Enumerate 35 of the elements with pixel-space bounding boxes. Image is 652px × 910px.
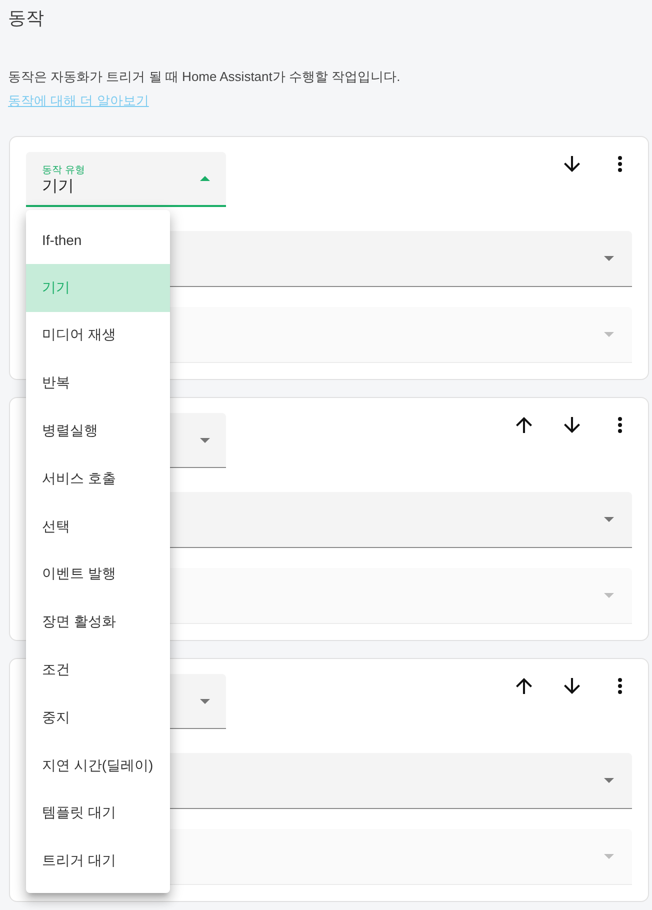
menu-item[interactable]: 트리거 대기 — [26, 837, 170, 886]
menu-item[interactable]: 이벤트 발행 — [26, 550, 170, 598]
caret-down-icon — [604, 778, 614, 783]
down-arrow-icon — [564, 156, 580, 172]
menu-item[interactable]: 병렬실행 — [26, 407, 170, 455]
up-arrow-icon — [516, 678, 532, 694]
caret-down-icon — [604, 593, 614, 598]
menu-item[interactable]: 반복 — [26, 359, 170, 408]
select-value: 기기 — [42, 177, 74, 197]
section-title: 동작 — [8, 7, 44, 30]
menu-item[interactable]: 서비스 호출 — [26, 454, 170, 503]
more-vertical-icon — [618, 156, 622, 172]
caret-up-icon — [200, 176, 210, 181]
caret-down-icon — [200, 438, 210, 442]
menu-item[interactable]: 장면 활성화 — [26, 598, 170, 646]
menu-item[interactable]: 지연 시간(딜레이) — [26, 742, 170, 790]
menu-item[interactable]: 템플릿 대기 — [26, 790, 170, 838]
caret-down-icon — [604, 517, 614, 522]
caret-down-icon — [604, 256, 614, 261]
more-vertical-icon — [618, 678, 622, 694]
caret-down-icon — [604, 854, 614, 859]
floating-label: 동작 유형 — [42, 164, 85, 177]
menu-item[interactable]: If-then — [26, 216, 170, 264]
section-description: 동작은 자동화가 트리거 될 때 Home Assistant가 수행할 작업입니다. — [8, 68, 400, 86]
caret-down-icon — [604, 332, 614, 337]
caret-down-icon — [200, 698, 210, 704]
menu-item[interactable]: 미디어 재생 — [26, 312, 170, 360]
down-arrow-icon — [564, 678, 580, 694]
menu-item[interactable]: 선택 — [26, 502, 170, 551]
up-arrow-icon — [516, 417, 532, 433]
menu-item[interactable]: 중지 — [26, 694, 170, 742]
action-type-select[interactable]: 동작 유형 기기 — [26, 152, 226, 207]
more-vertical-icon — [618, 417, 622, 433]
menu-item[interactable]: 조건 — [26, 646, 170, 694]
down-arrow-icon — [564, 417, 580, 433]
